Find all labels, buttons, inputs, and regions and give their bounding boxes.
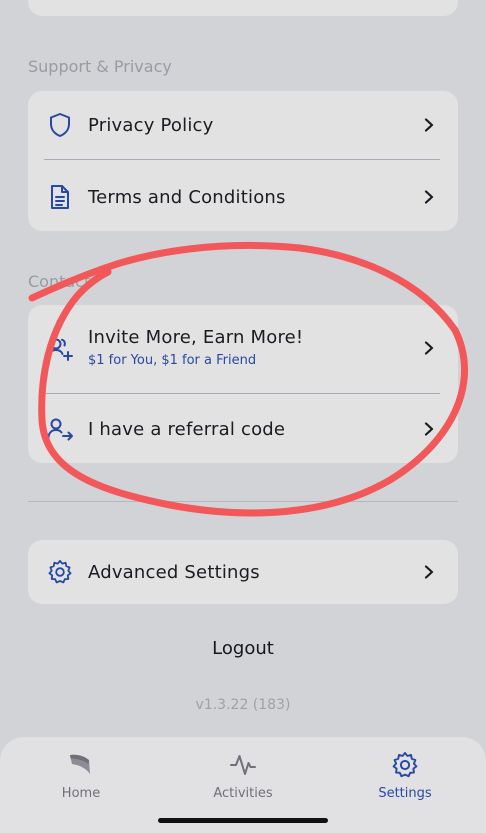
chevron-right-icon (424, 190, 434, 204)
privacy-policy-row[interactable]: Privacy Policy (28, 91, 458, 159)
tab-settings-label: Settings (378, 786, 432, 801)
row-divider (44, 393, 440, 394)
shield-icon (46, 111, 74, 139)
chevron-right-icon (424, 422, 434, 436)
terms-conditions-label: Terms and Conditions (88, 186, 286, 208)
tab-activities[interactable]: Activities (173, 737, 313, 817)
advanced-settings-card: Advanced Settings (28, 540, 458, 604)
gear-icon (46, 558, 74, 586)
tab-home-label: Home (61, 786, 101, 801)
support-privacy-section-title: Support & Privacy (28, 57, 172, 76)
advanced-settings-label: Advanced Settings (88, 561, 260, 583)
home-logo-icon (70, 754, 90, 774)
referral-code-row[interactable]: I have a referral code (28, 395, 458, 463)
activity-icon (230, 755, 256, 775)
app-version: v1.3.22 (183) (195, 697, 291, 713)
tab-activities-label: Activities (213, 786, 273, 801)
contact-card: Invite More, Earn More! $1 for You, $1 f… (28, 305, 458, 463)
tab-home[interactable]: Home (11, 737, 151, 817)
section-separator (28, 501, 458, 502)
logout-button[interactable]: Logout (0, 638, 486, 659)
contact-section-title: Contact (28, 272, 91, 291)
referral-user-icon (46, 415, 74, 443)
referral-code-label: I have a referral code (88, 418, 286, 440)
chevron-right-icon (424, 341, 434, 355)
home-indicator (158, 818, 328, 823)
invite-user-icon (46, 335, 74, 363)
invite-label: Invite More, Earn More! (88, 327, 304, 348)
chevron-right-icon (424, 565, 434, 579)
invite-sublabel: $1 for You, $1 for a Friend (88, 353, 257, 368)
invite-row[interactable]: Invite More, Earn More! $1 for You, $1 f… (28, 305, 458, 393)
row-divider (44, 159, 440, 160)
privacy-policy-label: Privacy Policy (88, 114, 214, 136)
terms-conditions-row[interactable]: Terms and Conditions (28, 163, 458, 231)
document-icon (46, 183, 74, 211)
tab-settings[interactable]: Settings (335, 737, 475, 817)
advanced-settings-row[interactable]: Advanced Settings (28, 540, 458, 604)
gear-icon (392, 751, 418, 778)
support-privacy-card: Privacy Policy Terms and Conditions (28, 91, 458, 231)
previous-settings-card (28, 0, 458, 16)
chevron-right-icon (424, 118, 434, 132)
